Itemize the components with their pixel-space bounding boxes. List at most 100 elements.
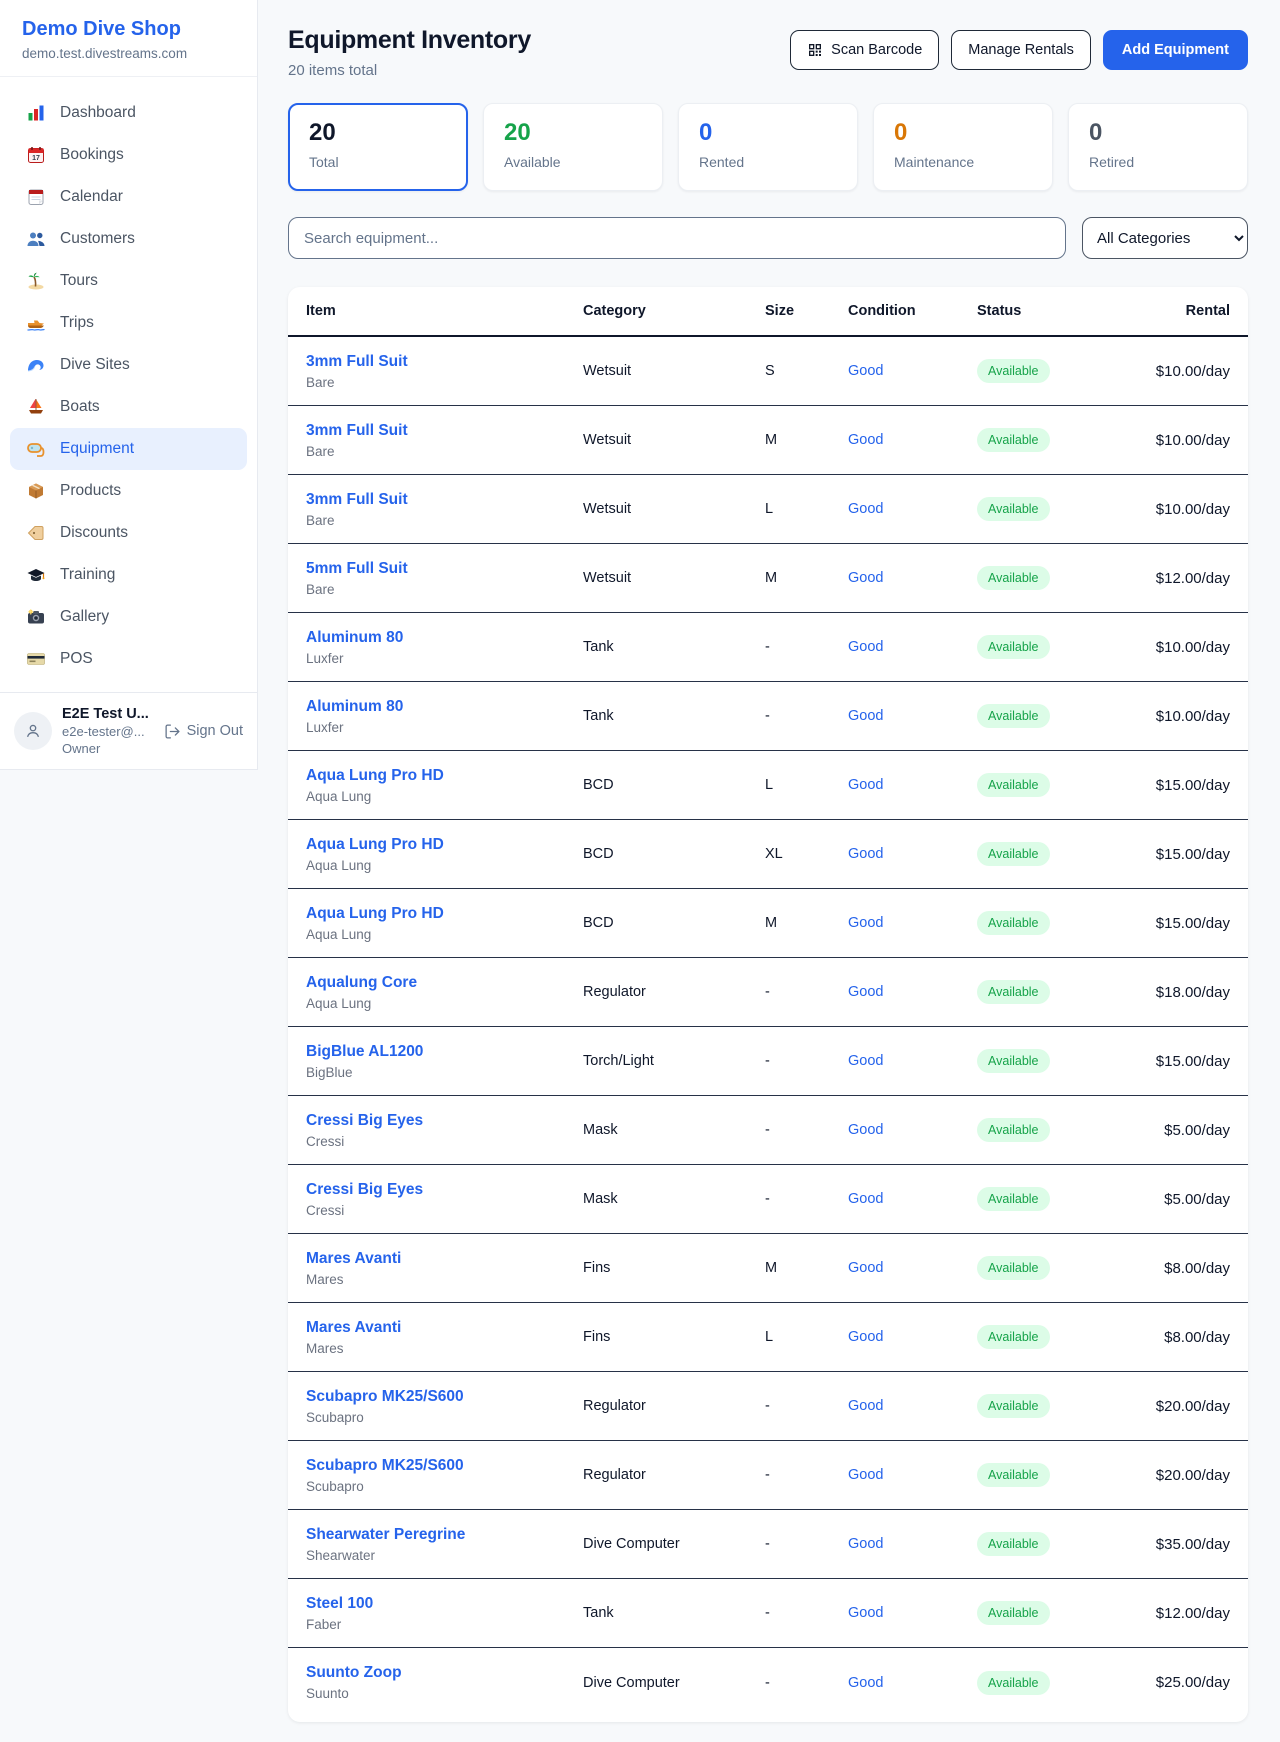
stat-card[interactable]: 0 Maintenance bbox=[873, 103, 1053, 191]
stat-card[interactable]: 0 Retired bbox=[1068, 103, 1248, 191]
add-equipment-button[interactable]: Add Equipment bbox=[1103, 30, 1248, 70]
item-condition-link[interactable]: Good bbox=[848, 363, 977, 379]
brand-name[interactable]: Demo Dive Shop bbox=[22, 18, 235, 41]
sidebar-item-bookings[interactable]: 17 Bookings bbox=[0, 134, 257, 176]
item-condition-link[interactable]: Good bbox=[848, 1260, 977, 1276]
item-name-link[interactable]: Mares Avanti bbox=[306, 1319, 583, 1337]
item-category: Torch/Light bbox=[583, 1053, 765, 1069]
item-condition-link[interactable]: Good bbox=[848, 708, 977, 724]
sidebar-item-calendar[interactable]: Calendar bbox=[0, 176, 257, 218]
column-header: Category bbox=[583, 303, 765, 319]
status-badge: Available bbox=[977, 359, 1050, 383]
scan-barcode-button[interactable]: Scan Barcode bbox=[790, 30, 939, 70]
sidebar-item-equipment[interactable]: Equipment bbox=[10, 428, 247, 470]
sidebar-item-trips[interactable]: Trips bbox=[0, 302, 257, 344]
item-name-link[interactable]: Shearwater Peregrine bbox=[306, 1526, 583, 1544]
item-name-link[interactable]: Steel 100 bbox=[306, 1595, 583, 1613]
item-condition-link[interactable]: Good bbox=[848, 984, 977, 1000]
item-name-link[interactable]: Suunto Zoop bbox=[306, 1664, 583, 1682]
item-name-link[interactable]: 3mm Full Suit bbox=[306, 491, 583, 509]
table-row: Shearwater Peregrine Shearwater Dive Com… bbox=[288, 1510, 1248, 1579]
sidebar-item-boats[interactable]: Boats bbox=[0, 386, 257, 428]
stat-card[interactable]: 0 Rented bbox=[678, 103, 858, 191]
item-category: Mask bbox=[583, 1191, 765, 1207]
item-brand: Bare bbox=[306, 444, 583, 459]
item-condition-link[interactable]: Good bbox=[848, 570, 977, 586]
item-condition-link[interactable]: Good bbox=[848, 1536, 977, 1552]
item-condition-link[interactable]: Good bbox=[848, 846, 977, 862]
item-size: - bbox=[765, 1675, 848, 1691]
item-rental: $10.00/day bbox=[1137, 639, 1230, 656]
sidebar-item-pos[interactable]: POS bbox=[0, 638, 257, 680]
item-name-link[interactable]: Scubapro MK25/S600 bbox=[306, 1388, 583, 1406]
item-name-link[interactable]: Aluminum 80 bbox=[306, 698, 583, 716]
manage-rentals-button[interactable]: Manage Rentals bbox=[951, 30, 1091, 70]
item-condition-link[interactable]: Good bbox=[848, 915, 977, 931]
sidebar-item-gallery[interactable]: Gallery bbox=[0, 596, 257, 638]
table-row: Scubapro MK25/S600 Scubapro Regulator - … bbox=[288, 1372, 1248, 1441]
item-condition-link[interactable]: Good bbox=[848, 1467, 977, 1483]
sidebar-item-dive-sites[interactable]: Dive Sites bbox=[0, 344, 257, 386]
item-condition-link[interactable]: Good bbox=[848, 1675, 977, 1691]
item-rental: $8.00/day bbox=[1137, 1260, 1230, 1277]
item-name-link[interactable]: Cressi Big Eyes bbox=[306, 1181, 583, 1199]
filter-row: All Categories bbox=[288, 217, 1248, 259]
item-name-link[interactable]: Scubapro MK25/S600 bbox=[306, 1457, 583, 1475]
item-condition-link[interactable]: Good bbox=[848, 1329, 977, 1345]
item-condition-link[interactable]: Good bbox=[848, 1605, 977, 1621]
item-name-link[interactable]: Aqua Lung Pro HD bbox=[306, 767, 583, 785]
stat-label: Total bbox=[309, 154, 447, 170]
item-condition-link[interactable]: Good bbox=[848, 639, 977, 655]
item-name-link[interactable]: BigBlue AL1200 bbox=[306, 1043, 583, 1061]
sidebar-item-dashboard[interactable]: Dashboard bbox=[0, 92, 257, 134]
item-name-link[interactable]: Aqua Lung Pro HD bbox=[306, 836, 583, 854]
item-condition-link[interactable]: Good bbox=[848, 777, 977, 793]
column-header: Status bbox=[977, 303, 1137, 319]
table-row: Suunto Zoop Suunto Dive Computer - Good … bbox=[288, 1648, 1248, 1717]
status-badge: Available bbox=[977, 1394, 1050, 1418]
sidebar-item-tours[interactable]: Tours bbox=[0, 260, 257, 302]
item-name-link[interactable]: 5mm Full Suit bbox=[306, 560, 583, 578]
training-grad-cap-icon bbox=[26, 565, 46, 585]
stat-card[interactable]: 20 Available bbox=[483, 103, 663, 191]
item-condition-link[interactable]: Good bbox=[848, 501, 977, 517]
table-row: Steel 100 Faber Tank - Good Available $1… bbox=[288, 1579, 1248, 1648]
sidebar-item-training[interactable]: Training bbox=[0, 554, 257, 596]
item-name-link[interactable]: 3mm Full Suit bbox=[306, 353, 583, 371]
item-brand: Scubapro bbox=[306, 1479, 583, 1494]
sidebar-item-label: Boats bbox=[60, 398, 100, 416]
item-condition-link[interactable]: Good bbox=[848, 1053, 977, 1069]
customers-icon bbox=[26, 229, 46, 249]
item-name-link[interactable]: Aqualung Core bbox=[306, 974, 583, 992]
item-category: Wetsuit bbox=[583, 363, 765, 379]
item-name-link[interactable]: Aqua Lung Pro HD bbox=[306, 905, 583, 923]
person-icon bbox=[23, 721, 43, 741]
stat-label: Rented bbox=[699, 154, 837, 170]
item-rental: $15.00/day bbox=[1137, 846, 1230, 863]
gallery-camera-icon bbox=[26, 607, 46, 627]
stat-value: 20 bbox=[504, 119, 642, 147]
item-name-link[interactable]: Mares Avanti bbox=[306, 1250, 583, 1268]
item-name-link[interactable]: 3mm Full Suit bbox=[306, 422, 583, 440]
item-name-link[interactable]: Cressi Big Eyes bbox=[306, 1112, 583, 1130]
search-input[interactable] bbox=[288, 217, 1066, 259]
discounts-tag-icon bbox=[26, 523, 46, 543]
equipment-icon bbox=[26, 439, 46, 459]
item-condition-link[interactable]: Good bbox=[848, 1122, 977, 1138]
item-category: BCD bbox=[583, 777, 765, 793]
category-select[interactable]: All Categories bbox=[1082, 217, 1248, 259]
status-badge: Available bbox=[977, 842, 1050, 866]
stat-label: Retired bbox=[1089, 154, 1227, 170]
item-name-link[interactable]: Aluminum 80 bbox=[306, 629, 583, 647]
item-condition-link[interactable]: Good bbox=[848, 1191, 977, 1207]
item-rental: $25.00/day bbox=[1137, 1674, 1230, 1691]
stat-card[interactable]: 20 Total bbox=[288, 103, 468, 191]
item-condition-link[interactable]: Good bbox=[848, 1398, 977, 1414]
sidebar-item-label: Equipment bbox=[60, 440, 134, 458]
sidebar-item-customers[interactable]: Customers bbox=[0, 218, 257, 260]
sidebar-item-products[interactable]: Products bbox=[0, 470, 257, 512]
item-size: - bbox=[765, 1536, 848, 1552]
sidebar-item-discounts[interactable]: Discounts bbox=[0, 512, 257, 554]
signout-button[interactable]: Sign Out bbox=[164, 723, 243, 740]
item-condition-link[interactable]: Good bbox=[848, 432, 977, 448]
